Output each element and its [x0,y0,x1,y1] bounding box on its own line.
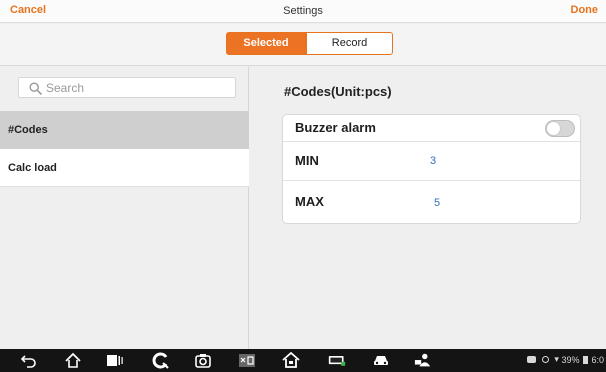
clock: 6:0 [591,354,604,365]
top-bar: Cancel Settings Done [0,0,606,23]
list-item-codes[interactable]: #Codes [0,111,249,149]
home-icon[interactable] [64,352,82,369]
toggle-knob [547,122,560,135]
buzzer-alarm-toggle[interactable] [545,120,575,137]
max-value[interactable]: 5 [434,197,440,209]
tab-record[interactable]: Record [306,32,393,55]
remote-expert-icon[interactable] [414,352,432,369]
back-icon[interactable] [20,352,38,369]
search-placeholder: Search [46,81,85,95]
recent-apps-icon[interactable] [106,352,124,369]
min-label: MIN [295,153,319,168]
list-item-calc-load[interactable]: Calc load [0,149,249,187]
vci-connect-icon[interactable] [328,352,346,369]
item-list-panel: Search #Codes Calc load [0,67,249,349]
search-icon [29,82,42,95]
search-input[interactable]: Search [18,77,236,98]
wifi-icon: ▾ [554,354,559,365]
car-icon[interactable] [372,352,390,369]
battery-level: 39% [561,354,580,365]
max-row[interactable]: MAX 5 [283,181,580,224]
buzzer-alarm-row: Buzzer alarm [283,115,580,142]
vci-icon[interactable] [152,352,170,369]
min-row[interactable]: MIN 3 [283,142,580,181]
settings-status-icon [541,356,549,364]
done-button[interactable]: Done [571,4,599,16]
camera-icon[interactable] [194,352,212,369]
house-icon[interactable] [282,352,300,369]
page-title: Settings [283,5,323,17]
max-label: MAX [295,194,324,209]
chat-icon [527,356,537,364]
detail-panel: #Codes(Unit:pcs) Buzzer alarm MIN 3 MAX … [250,67,606,349]
detail-title: #Codes(Unit:pcs) [284,84,392,99]
segment-bar: Selected Record [0,24,606,66]
min-value[interactable]: 3 [430,155,436,167]
system-navigation-bar: ▾ 39% 6:0 [0,349,606,372]
settings-card: Buzzer alarm MIN 3 MAX 5 [282,114,581,224]
buzzer-alarm-label: Buzzer alarm [295,120,376,135]
screenshot-icon[interactable] [238,352,256,369]
status-area: ▾ 39% 6:0 [527,354,604,365]
battery-icon [582,355,588,364]
tab-selected[interactable]: Selected [226,32,306,55]
